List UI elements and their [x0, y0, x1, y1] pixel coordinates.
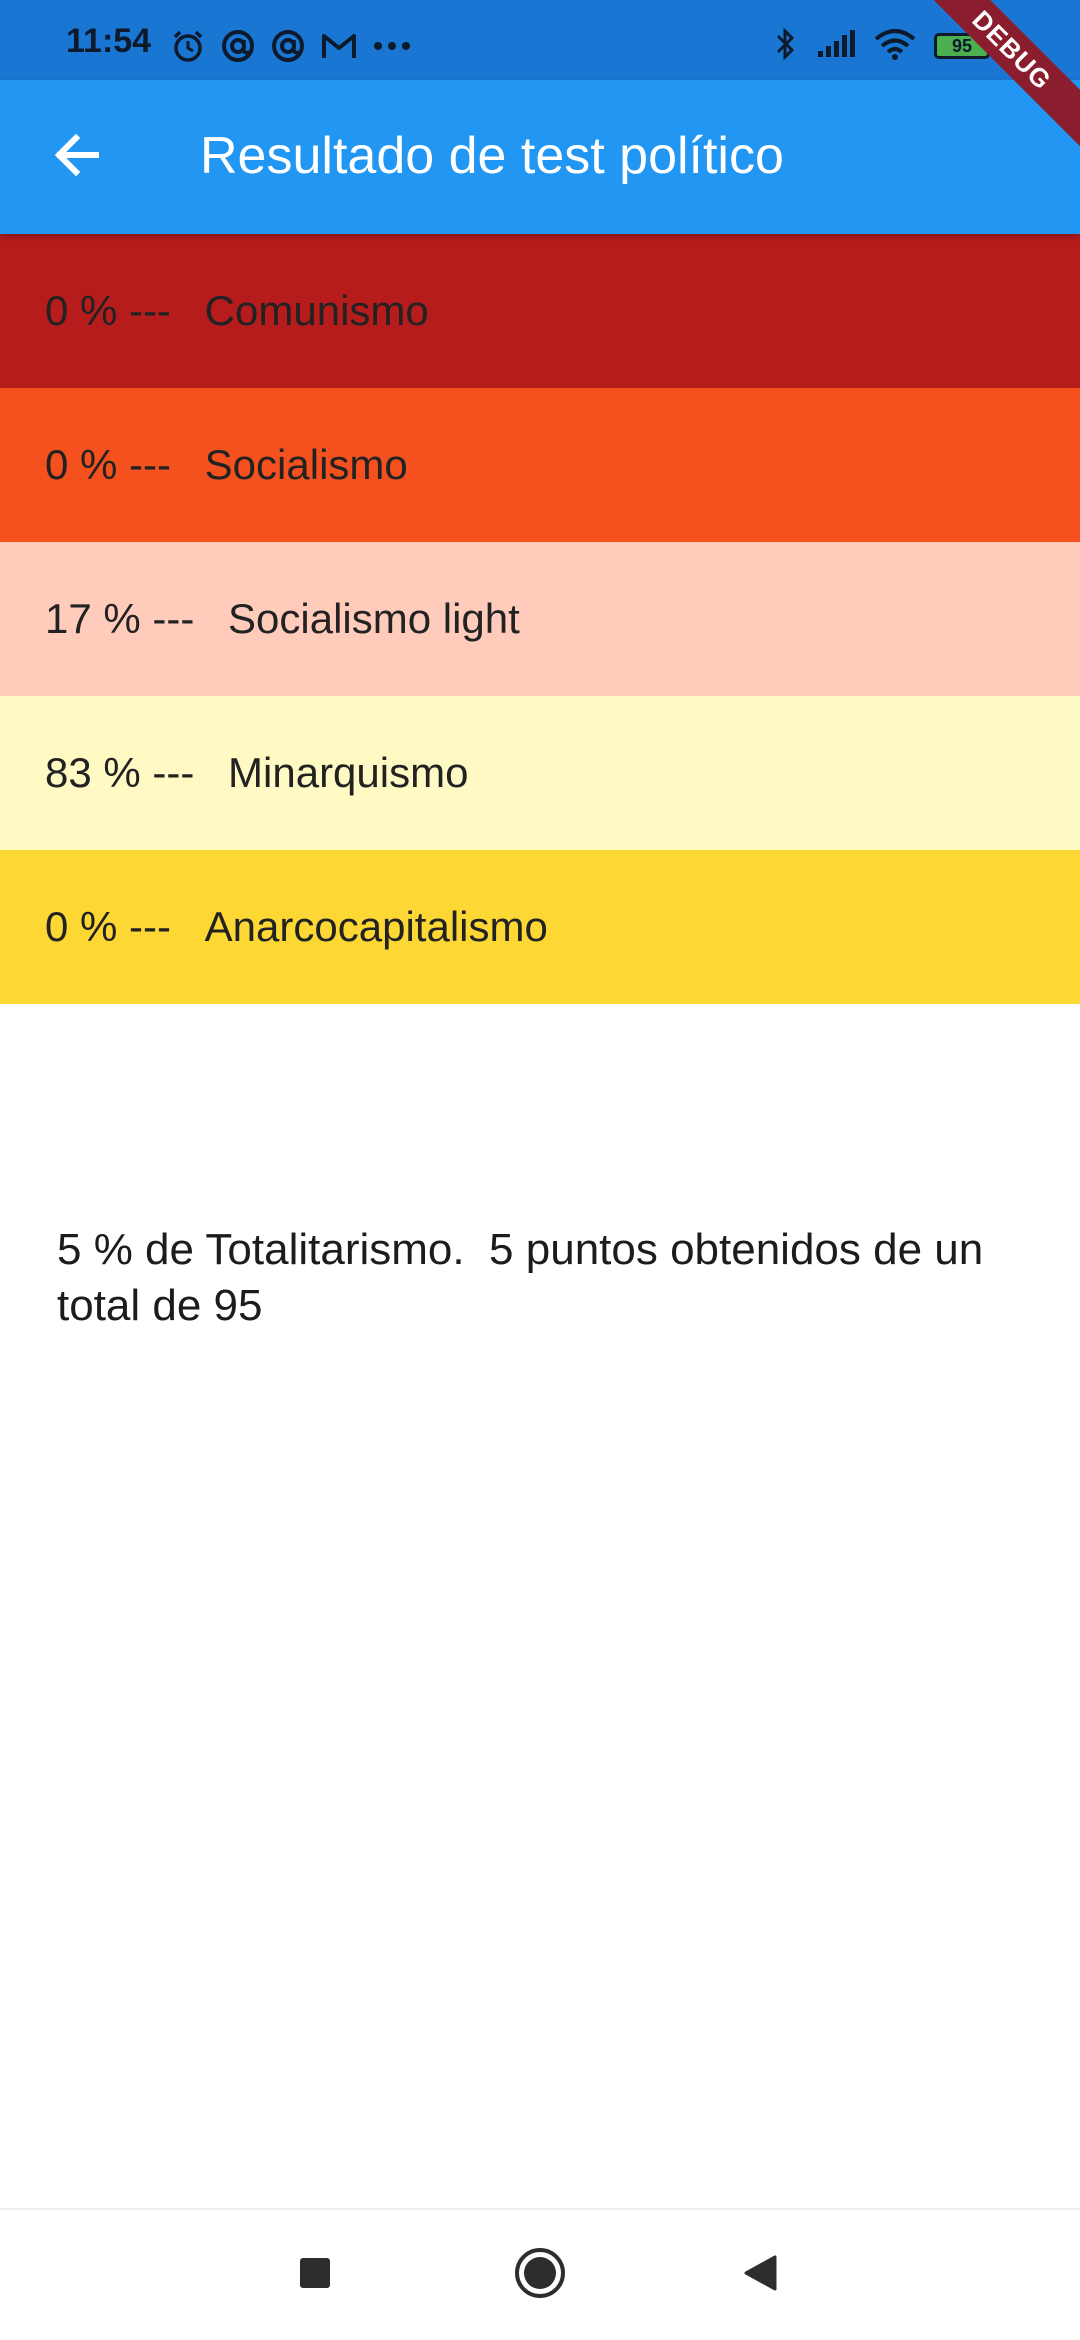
app-bar: Resultado de test político	[0, 80, 1080, 234]
signal-icon	[816, 29, 856, 64]
status-right-icons: 95	[774, 26, 995, 67]
summary-text: 5 % de Totalitarismo. 5 puntos obtenidos…	[57, 1225, 996, 1330]
back-triangle-icon	[742, 2254, 778, 2297]
results-list: 0 % --- Comunismo 0 % --- Socialismo 17 …	[0, 234, 1080, 1004]
status-left-icons	[170, 28, 412, 68]
status-time: 11:54	[66, 22, 152, 60]
result-label: Socialismo light	[228, 595, 520, 642]
result-percent: 0 %	[45, 441, 118, 488]
result-percent: 83 %	[45, 749, 141, 796]
home-button[interactable]	[505, 2240, 575, 2310]
result-separator: ---	[140, 595, 207, 642]
result-row-comunismo: 0 % --- Comunismo	[0, 234, 1080, 388]
result-label: Minarquismo	[228, 749, 469, 796]
result-percent: 0 %	[45, 287, 118, 334]
recents-button[interactable]	[280, 2240, 350, 2310]
home-circle-icon	[513, 2246, 567, 2305]
arrow-back-icon	[50, 129, 102, 186]
result-row-socialismo: 0 % --- Socialismo	[0, 388, 1080, 542]
result-label: Anarcocapitalismo	[204, 903, 548, 950]
result-row-anarcocapitalismo: 0 % --- Anarcocapitalismo	[0, 850, 1080, 1004]
system-nav-bar	[0, 2208, 1080, 2340]
result-percent: 17 %	[45, 595, 141, 642]
status-bar: 11:54 95	[0, 0, 1080, 80]
page-title: Resultado de test político	[200, 127, 784, 185]
result-label: Socialismo	[204, 441, 408, 488]
screen: 11:54 95 DEBUG Resultado de test polític…	[0, 0, 1080, 2340]
result-row-minarquismo: 83 % --- Minarquismo	[0, 696, 1080, 850]
result-label: Comunismo	[204, 287, 429, 334]
wifi-icon	[874, 28, 916, 65]
result-separator: ---	[117, 903, 183, 950]
result-separator: ---	[117, 441, 183, 488]
result-percent: 0 %	[45, 903, 118, 950]
gmail-icon	[320, 30, 358, 67]
result-separator: ---	[140, 749, 207, 796]
back-button[interactable]	[36, 117, 116, 197]
recents-square-icon	[298, 2256, 332, 2295]
result-separator: ---	[117, 287, 183, 334]
at-icon	[270, 28, 306, 69]
back-nav-button[interactable]	[725, 2240, 795, 2310]
more-dots-icon	[372, 39, 412, 57]
bluetooth-icon	[774, 26, 798, 67]
result-row-socialismo-light: 17 % --- Socialismo light	[0, 542, 1080, 696]
at-icon	[220, 28, 256, 69]
alarm-icon	[170, 28, 206, 69]
